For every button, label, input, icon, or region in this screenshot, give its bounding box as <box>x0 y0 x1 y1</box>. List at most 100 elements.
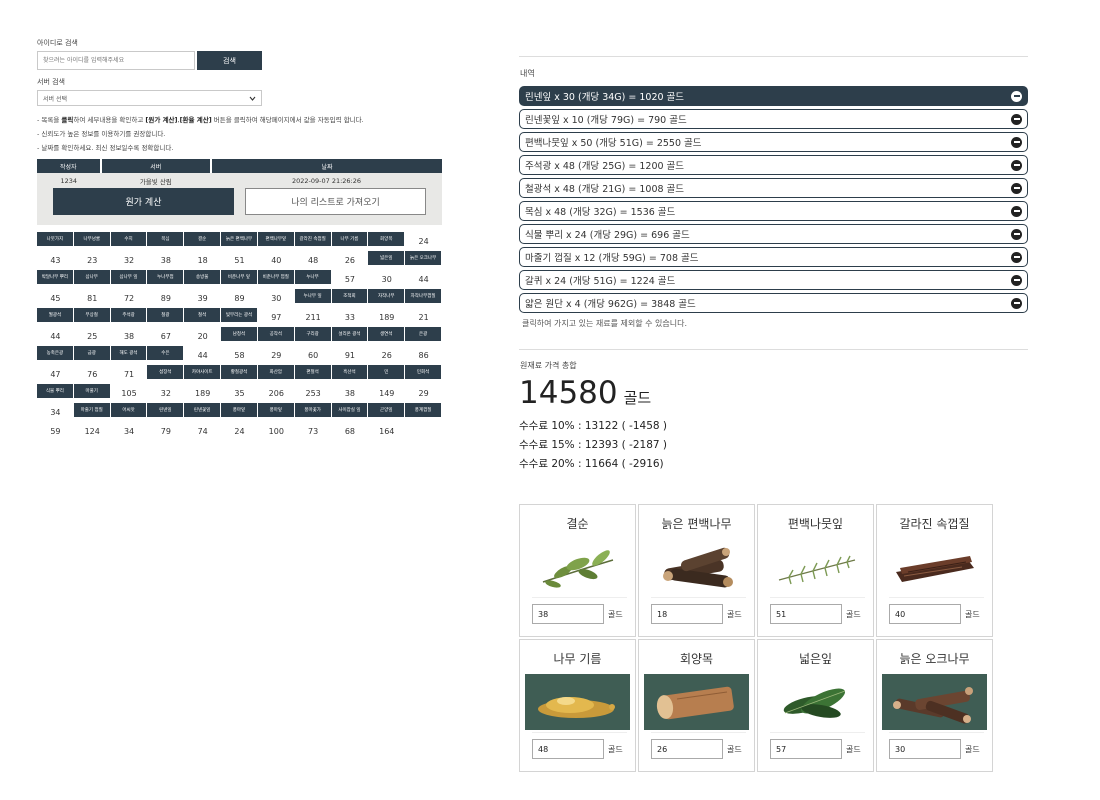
price-grid-header[interactable]: 사이잡실 잎 <box>331 403 369 417</box>
price-input[interactable] <box>651 604 723 624</box>
price-grid-header[interactable]: 박달나무 뿌리 <box>37 270 74 284</box>
history-item[interactable]: 식물 뿌리 x 24 (개당 29G) = 696 골드 <box>519 224 1028 244</box>
price-grid-header[interactable]: 나무 기름 <box>331 232 369 246</box>
history-item[interactable]: 주석광 x 48 (개당 25G) = 1200 골드 <box>519 155 1028 175</box>
minus-circle-icon[interactable] <box>1011 297 1022 309</box>
minus-circle-icon[interactable] <box>1011 251 1022 263</box>
history-item[interactable]: 편백나뭇잎 x 50 (개당 51G) = 2550 골드 <box>519 132 1028 152</box>
card-foot: 골드 <box>651 597 746 624</box>
history-item[interactable]: 린넨꽃잎 x 10 (개당 79G) = 790 골드 <box>519 109 1028 129</box>
minus-circle-icon[interactable] <box>1011 159 1022 171</box>
minus-circle-icon[interactable] <box>1011 182 1022 194</box>
price-grid-header[interactable]: 삼나무 잎 <box>110 270 148 284</box>
price-grid-header[interactable]: 흑산석 <box>331 365 369 379</box>
price-grid-header[interactable]: 생연석 <box>368 327 406 341</box>
price-grid-header[interactable]: 마줄기 껍질 <box>73 403 111 417</box>
price-grid-value: 211 <box>305 313 321 322</box>
price-grid-header[interactable]: 은광 <box>405 327 442 341</box>
price-grid-header[interactable]: 늙은 편백나무 <box>221 232 258 246</box>
minus-circle-icon[interactable] <box>1011 205 1022 217</box>
price-grid-header[interactable]: 황철광석 <box>221 365 258 379</box>
price-grid-header[interactable]: 화산암 <box>257 365 295 379</box>
price-grid-header[interactable]: 곤양잎 <box>368 403 406 417</box>
price-grid-header[interactable]: 철석 <box>184 308 222 322</box>
price-grid-header[interactable]: 송방울 <box>184 270 222 284</box>
history-item[interactable]: 목심 x 48 (개당 32G) = 1536 골드 <box>519 201 1028 221</box>
price-grid-header[interactable]: 공작석 <box>257 327 295 341</box>
price-grid-header[interactable]: 늙은 오크나무 <box>405 251 442 265</box>
price-grid-header[interactable]: 린넨꽃잎 <box>184 403 222 417</box>
price-grid-header[interactable]: 풍계껍질 <box>405 403 442 417</box>
price-grid-header[interactable]: 수은 <box>147 346 185 360</box>
material-card: 늙은 오크나무 골드 <box>876 639 993 772</box>
price-grid-header[interactable]: 편백나무잎 <box>257 232 295 246</box>
price-input[interactable] <box>532 604 604 624</box>
history-item[interactable]: 갈퀴 x 24 (개당 51G) = 1224 골드 <box>519 270 1028 290</box>
price-grid-header[interactable]: 금광 <box>73 346 111 360</box>
price-input[interactable] <box>889 604 961 624</box>
price-grid-header[interactable]: 어씨앗 <box>110 403 148 417</box>
price-grid-header[interactable]: 나무넝쿨 <box>73 232 111 246</box>
price-grid-header[interactable]: 비춘나무 껍질 <box>257 270 295 284</box>
minus-circle-icon[interactable] <box>1011 274 1022 286</box>
price-grid-header[interactable]: 풍마꽃가 <box>294 403 332 417</box>
price-grid-header[interactable]: 넓은잎 <box>368 251 406 265</box>
id-search-input[interactable] <box>37 51 195 70</box>
minus-circle-icon[interactable] <box>1011 113 1022 125</box>
price-grid-header[interactable]: 린넨잎 <box>147 403 185 417</box>
history-item-label: 린넨잎 x 30 (개당 34G) = 1020 골드 <box>525 92 685 103</box>
import-list-button[interactable]: 나의 리스트로 가져오기 <box>245 188 426 215</box>
price-grid-value: 206 <box>268 389 284 398</box>
price-grid-header[interactable]: 자작나무 <box>368 289 406 303</box>
price-grid-header[interactable]: 수지 <box>110 232 148 246</box>
price-grid-header[interactable]: 섬장석 <box>147 365 185 379</box>
price-input[interactable] <box>770 604 842 624</box>
price-grid-header[interactable]: 누나무껍 <box>147 270 185 284</box>
history-item[interactable]: 린넨잎 x 30 (개당 34G) = 1020 골드 <box>519 86 1028 106</box>
history-item[interactable]: 철광석 x 48 (개당 21G) = 1008 골드 <box>519 178 1028 198</box>
price-input[interactable] <box>651 739 723 759</box>
price-grid-header[interactable]: 무상철 <box>73 308 111 322</box>
price-grid-header[interactable]: 민회석 <box>405 365 442 379</box>
price-grid-header[interactable]: 주석광 <box>110 308 148 322</box>
price-grid-header[interactable]: 결순 <box>184 232 222 246</box>
price-grid-header[interactable]: 누나무 잎 <box>294 289 332 303</box>
price-grid-header[interactable]: 빛무리는 광석 <box>221 308 258 322</box>
material-card: 늙은 편백나무 골드 <box>638 504 755 637</box>
price-grid-header[interactable]: 마풀기 <box>73 384 111 398</box>
price-grid-header[interactable]: 갈라진 속껍질 <box>294 232 332 246</box>
price-grid-header[interactable]: 비춘나무 잎 <box>221 270 258 284</box>
price-grid-header[interactable]: 풍마잎 <box>221 403 258 417</box>
server-select[interactable]: 서버 선택 <box>37 90 262 106</box>
minus-circle-icon[interactable] <box>1011 90 1022 102</box>
price-grid-header[interactable]: 구리광 <box>294 327 332 341</box>
price-grid-header[interactable]: 해도 광석 <box>110 346 148 360</box>
price-grid-header[interactable]: 카야사이트 <box>184 365 222 379</box>
price-grid-header[interactable]: 회양목 <box>368 232 406 246</box>
price-grid-header[interactable]: 농축은광 <box>37 346 74 360</box>
price-grid-header[interactable]: 남청석 <box>221 327 258 341</box>
price-grid-header[interactable]: 나뭇가지 <box>37 232 74 246</box>
right-panel: 내역 린넨잎 x 30 (개당 34G) = 1020 골드 린넨꽃잎 x 10 … <box>519 56 1028 772</box>
minus-circle-icon[interactable] <box>1011 228 1022 240</box>
price-grid-header[interactable]: 풍마잎 <box>257 403 295 417</box>
history-item[interactable]: 얇은 원단 x 4 (개당 962G) = 3848 골드 <box>519 293 1028 313</box>
price-grid-header[interactable]: 목심 <box>147 232 185 246</box>
price-grid-header[interactable]: 철광 <box>147 308 185 322</box>
price-grid-header[interactable]: 설리온 광석 <box>331 327 369 341</box>
price-grid-header[interactable]: 자작나무껍질 <box>405 289 442 303</box>
price-grid-header[interactable]: 삼나무 <box>73 270 111 284</box>
search-button[interactable]: 검색 <box>197 51 262 70</box>
history-item[interactable]: 마줄기 껍질 x 12 (개당 59G) = 708 골드 <box>519 247 1028 267</box>
price-grid-header[interactable]: 식물 뿌리 <box>37 384 74 398</box>
minus-circle-icon[interactable] <box>1011 136 1022 148</box>
price-input[interactable] <box>532 739 604 759</box>
price-grid-header[interactable]: 민 <box>368 365 406 379</box>
price-grid-header[interactable]: 편철석 <box>294 365 332 379</box>
price-grid-header[interactable]: 조적회 <box>331 289 369 303</box>
price-input[interactable] <box>770 739 842 759</box>
price-grid-header[interactable]: 누나무 <box>294 270 332 284</box>
price-grid-header[interactable]: 월광석 <box>37 308 74 322</box>
cost-calc-button[interactable]: 원가 계산 <box>53 188 234 215</box>
price-input[interactable] <box>889 739 961 759</box>
